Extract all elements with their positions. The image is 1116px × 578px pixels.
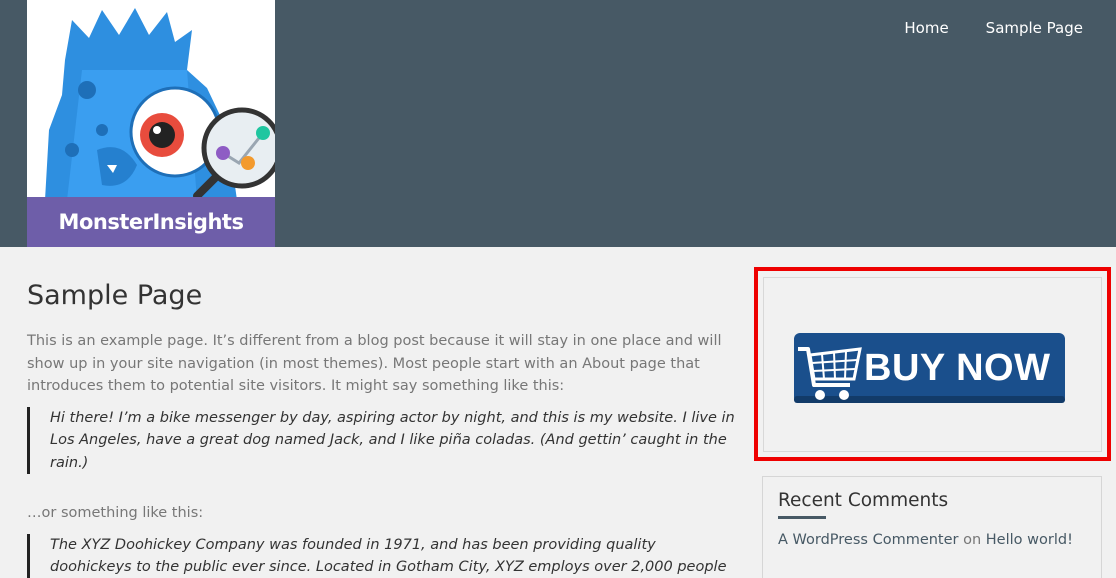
title-underline — [778, 516, 826, 519]
comment-post-link[interactable]: Hello world! — [986, 532, 1073, 548]
blockquote-2: The XYZ Doohickey Company was founded in… — [27, 533, 737, 578]
recent-comments-title: Recent Comments — [778, 490, 949, 511]
logo-band: MonsterInsights — [27, 197, 275, 247]
logo-text: MonsterInsights — [58, 210, 244, 234]
monster-mascot-icon — [45, 8, 275, 200]
buy-now-label: BUY NOW — [864, 347, 1051, 389]
recent-comments-widget: Recent Comments A WordPress Commenter on… — [762, 476, 1102, 578]
comment-connector: on — [963, 532, 986, 548]
intro-paragraph: This is an example page. It’s different … — [27, 333, 722, 394]
blockquote-1: Hi there! I’m a bike messenger by day, a… — [27, 406, 737, 474]
nav-item-sample-page[interactable]: Sample Page — [986, 18, 1083, 38]
site-logo[interactable]: MonsterInsights — [27, 0, 275, 247]
buy-now-button[interactable]: BUY NOW — [794, 333, 1065, 408]
intro-paragraph-2: …or something like this: — [27, 505, 204, 521]
primary-nav: Home Sample Page — [904, 18, 1083, 38]
nav-item-home[interactable]: Home — [904, 18, 948, 38]
recent-comment-item: A WordPress Commenter on Hello world! — [778, 530, 1086, 550]
main-content: Sample Page This is an example page. It’… — [27, 278, 737, 578]
page-title: Sample Page — [27, 280, 203, 311]
shopping-cart-icon — [798, 347, 862, 400]
site-header: MonsterInsights Home Sample Page — [0, 0, 1116, 247]
comment-author-link[interactable]: A WordPress Commenter — [778, 532, 959, 548]
